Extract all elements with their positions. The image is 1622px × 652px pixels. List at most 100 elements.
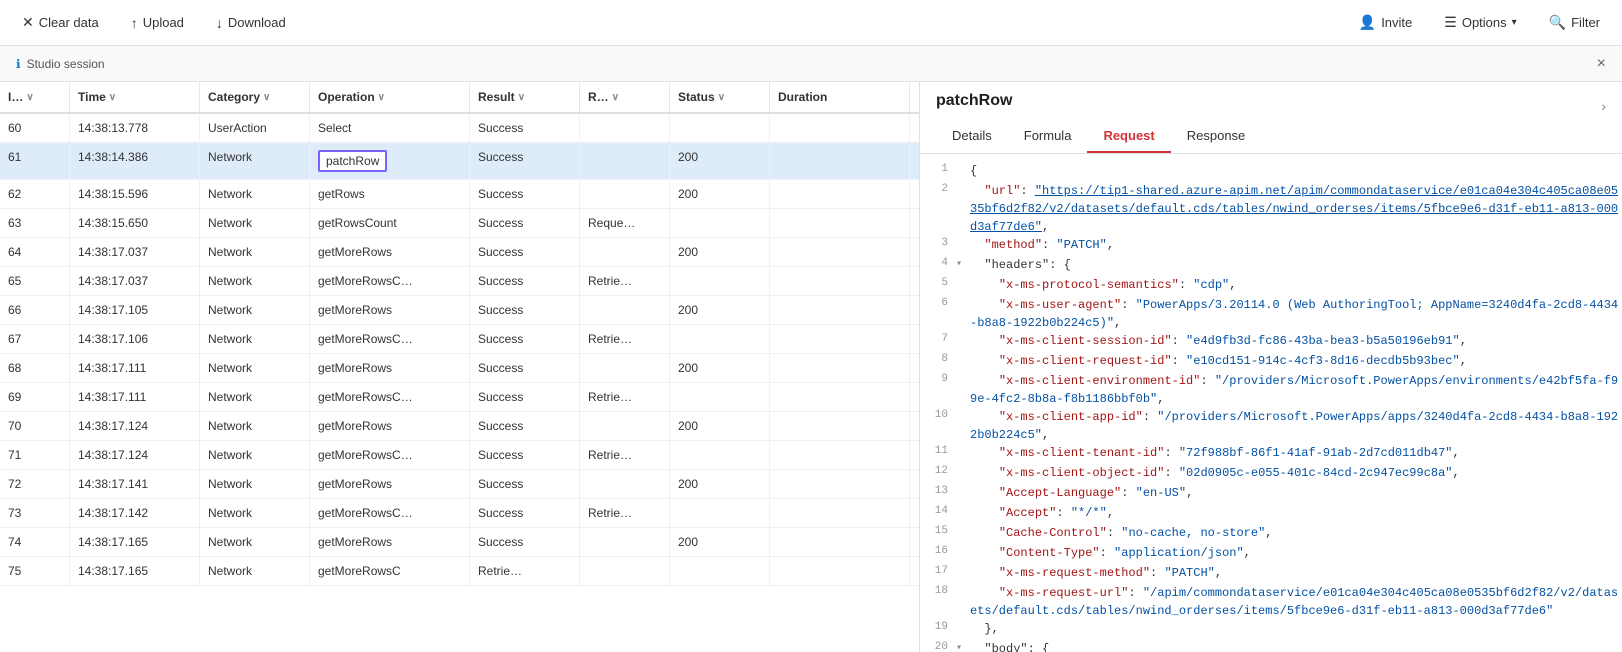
cell-status: 200	[670, 470, 770, 498]
cell-time: 14:38:17.165	[70, 557, 200, 585]
cell-result: Success	[470, 238, 580, 266]
cell-operation: getMoreRowsC…	[310, 499, 470, 527]
cell-category: Network	[200, 528, 310, 556]
cell-duration	[770, 114, 910, 142]
tab-bar: DetailsFormulaRequestResponse	[936, 120, 1606, 153]
cell-duration	[770, 412, 910, 440]
table-row[interactable]: 73 14:38:17.142 Network getMoreRowsC… Su…	[0, 499, 919, 528]
table-row[interactable]: 71 14:38:17.124 Network getMoreRowsC… Su…	[0, 441, 919, 470]
table-row[interactable]: 66 14:38:17.105 Network getMoreRows Succ…	[0, 296, 919, 325]
session-label: Studio session	[27, 57, 105, 71]
table-row[interactable]: 60 14:38:13.778 UserAction Select Succes…	[0, 114, 919, 143]
code-area[interactable]: 1{2 "url": "https://tip1-shared.azure-ap…	[920, 154, 1622, 652]
cell-status	[670, 114, 770, 142]
table-row[interactable]: 75 14:38:17.165 Network getMoreRowsC Ret…	[0, 557, 919, 586]
cell-duration	[770, 296, 910, 324]
invite-button[interactable]: 👤 Invite	[1353, 10, 1419, 35]
download-button[interactable]: ↓ Download	[210, 11, 292, 35]
expand-icon	[956, 504, 970, 506]
col-header-operation[interactable]: Operation ∨	[310, 82, 470, 112]
cell-result: Success	[470, 499, 580, 527]
tab-formula[interactable]: Formula	[1008, 120, 1088, 153]
clear-data-button[interactable]: ✕ Clear data	[16, 10, 105, 35]
tab-details[interactable]: Details	[936, 120, 1008, 153]
line-content: {	[970, 162, 1622, 180]
session-close-button[interactable]: ×	[1597, 55, 1606, 73]
code-line: 1{	[928, 162, 1622, 182]
table-row[interactable]: 63 14:38:15.650 Network getRowsCount Suc…	[0, 209, 919, 238]
table-row[interactable]: 70 14:38:17.124 Network getMoreRows Succ…	[0, 412, 919, 441]
col-header-id[interactable]: I… ∨	[0, 82, 70, 112]
sort-icon-r: ∨	[612, 92, 619, 103]
tab-request[interactable]: Request	[1087, 120, 1170, 153]
table-row[interactable]: 64 14:38:17.037 Network getMoreRows Succ…	[0, 238, 919, 267]
table-row[interactable]: 68 14:38:17.111 Network getMoreRows Succ…	[0, 354, 919, 383]
cell-duration	[770, 354, 910, 382]
options-button[interactable]: ☰ Options ▾	[1438, 10, 1522, 35]
invite-icon: 👤	[1359, 14, 1376, 31]
cell-category: Network	[200, 267, 310, 295]
expand-icon	[956, 620, 970, 622]
cell-result: Success	[470, 267, 580, 295]
left-panel: I… ∨ Time ∨ Category ∨ Operation ∨ Resul…	[0, 82, 920, 652]
expand-icon[interactable]: ▾	[956, 640, 970, 652]
table-row[interactable]: 74 14:38:17.165 Network getMoreRows Succ…	[0, 528, 919, 557]
table-body[interactable]: 60 14:38:13.778 UserAction Select Succes…	[0, 114, 919, 652]
expand-icon[interactable]: ▾	[956, 256, 970, 270]
expand-icon[interactable]: ›	[1601, 98, 1606, 114]
cell-operation: getMoreRowsC…	[310, 441, 470, 469]
cell-operation: getMoreRows	[310, 354, 470, 382]
cell-status: 200	[670, 238, 770, 266]
cell-result: Success	[470, 114, 580, 142]
filter-button[interactable]: 🔍 Filter	[1543, 10, 1606, 35]
col-header-category[interactable]: Category ∨	[200, 82, 310, 112]
cell-r	[580, 470, 670, 498]
col-header-result[interactable]: Result ∨	[470, 82, 580, 112]
col-header-duration[interactable]: Duration	[770, 82, 910, 112]
cell-category: Network	[200, 180, 310, 208]
code-line: 15 "Cache-Control": "no-cache, no-store"…	[928, 524, 1622, 544]
cell-category: Network	[200, 143, 310, 179]
session-bar: ℹ Studio session ×	[0, 46, 1622, 82]
expand-icon	[956, 584, 970, 586]
cell-id: 67	[0, 325, 70, 353]
cell-status: 200	[670, 180, 770, 208]
cell-r	[580, 114, 670, 142]
col-header-r[interactable]: R… ∨	[580, 82, 670, 112]
line-number: 19	[928, 620, 956, 633]
line-content: "url": "https://tip1-shared.azure-apim.n…	[970, 182, 1622, 236]
cell-duration	[770, 180, 910, 208]
info-icon: ℹ	[16, 57, 21, 71]
line-content: "x-ms-client-object-id": "02d0905c-e055-…	[970, 464, 1622, 482]
expand-icon	[956, 182, 970, 184]
cell-status: 200	[670, 296, 770, 324]
filter-icon: 🔍	[1549, 14, 1566, 31]
expand-icon	[956, 544, 970, 546]
sort-icon-cat: ∨	[263, 92, 270, 103]
cell-time: 14:38:17.165	[70, 528, 200, 556]
line-content: "x-ms-client-app-id": "/providers/Micros…	[970, 408, 1622, 444]
table-row[interactable]: 72 14:38:17.141 Network getMoreRows Succ…	[0, 470, 919, 499]
line-content: "Content-Type": "application/json",	[970, 544, 1622, 562]
download-icon: ↓	[216, 15, 223, 31]
table-row[interactable]: 65 14:38:17.037 Network getMoreRowsC… Su…	[0, 267, 919, 296]
line-content: "x-ms-request-url": "/apim/commondataser…	[970, 584, 1622, 620]
cell-duration	[770, 441, 910, 469]
table-row[interactable]: 67 14:38:17.106 Network getMoreRowsC… Su…	[0, 325, 919, 354]
cell-time: 14:38:17.037	[70, 238, 200, 266]
table-row[interactable]: 69 14:38:17.111 Network getMoreRowsC… Su…	[0, 383, 919, 412]
cell-operation: getMoreRowsC	[310, 557, 470, 585]
cell-id: 68	[0, 354, 70, 382]
line-content: "Accept": "*/*",	[970, 504, 1622, 522]
col-header-status[interactable]: Status ∨	[670, 82, 770, 112]
line-number: 1	[928, 162, 956, 175]
col-header-time[interactable]: Time ∨	[70, 82, 200, 112]
cell-id: 64	[0, 238, 70, 266]
upload-button[interactable]: ↑ Upload	[125, 11, 190, 35]
cell-category: Network	[200, 470, 310, 498]
tab-response[interactable]: Response	[1171, 120, 1262, 153]
table-row[interactable]: 61 14:38:14.386 Network patchRow Success…	[0, 143, 919, 180]
cell-id: 69	[0, 383, 70, 411]
cell-r	[580, 557, 670, 585]
table-row[interactable]: 62 14:38:15.596 Network getRows Success …	[0, 180, 919, 209]
